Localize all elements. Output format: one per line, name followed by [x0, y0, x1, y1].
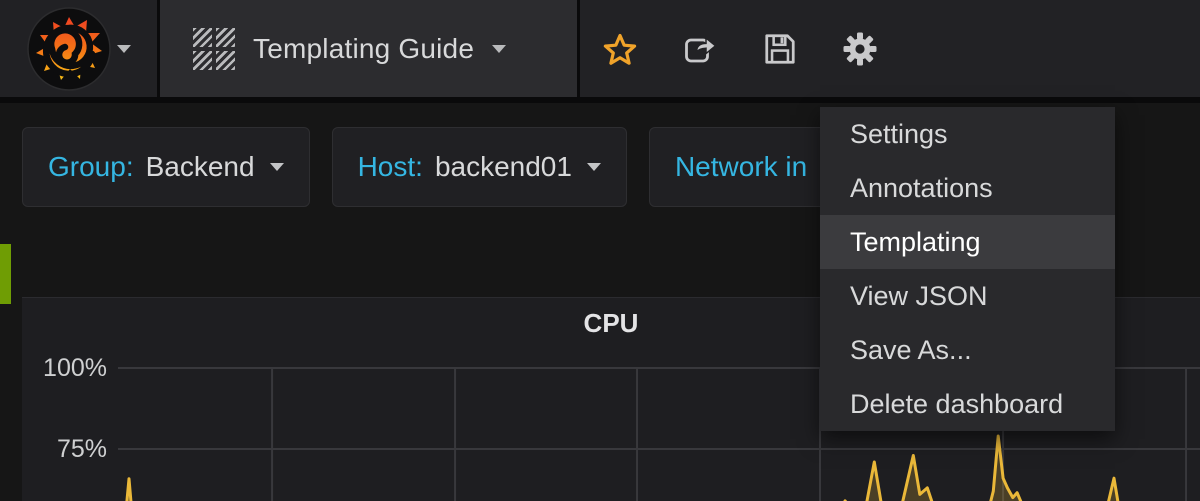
menu-item-templating[interactable]: Templating [820, 215, 1115, 269]
menu-item-delete-dashboard[interactable]: Delete dashboard [820, 377, 1115, 431]
menu-item-annotations[interactable]: Annotations [820, 161, 1115, 215]
grafana-logo-menu[interactable] [0, 0, 160, 97]
save-button[interactable] [762, 0, 798, 97]
variable-label: Network in [675, 151, 807, 183]
variable-dropdown-host[interactable]: Host: backend01 [332, 127, 627, 207]
variable-label: Host: [358, 151, 423, 183]
chevron-down-icon [270, 163, 284, 171]
y-tick-label: 75% [22, 435, 107, 464]
star-icon [602, 30, 638, 68]
dashboard-title: Templating Guide [253, 33, 474, 65]
menu-item-save-as[interactable]: Save As... [820, 323, 1115, 377]
chevron-down-icon [587, 163, 601, 171]
variable-value: backend01 [435, 151, 572, 183]
dashboard-settings-button[interactable] [842, 0, 878, 97]
title-dropdown-caret-icon [492, 45, 506, 53]
dashboard-title-dropdown[interactable]: Templating Guide [160, 0, 580, 97]
gear-icon [842, 30, 878, 68]
share-button[interactable] [682, 0, 718, 97]
navbar-actions [580, 0, 1200, 97]
menu-item-view-json[interactable]: View JSON [820, 269, 1115, 323]
y-tick-label: 100% [22, 354, 107, 383]
dashboard-grid-icon [193, 28, 235, 70]
variable-value: Backend [146, 151, 255, 183]
share-icon [682, 30, 718, 68]
variable-label: Group: [48, 151, 134, 183]
row-collapse-handle[interactable] [0, 244, 11, 304]
dashboard-settings-menu: SettingsAnnotationsTemplatingView JSONSa… [820, 107, 1115, 431]
save-icon [762, 31, 798, 67]
star-button[interactable] [602, 0, 638, 97]
navbar: Templating Guide [0, 0, 1200, 103]
menu-item-settings[interactable]: Settings [820, 107, 1115, 161]
logo-dropdown-caret-icon [117, 45, 131, 53]
grafana-logo-icon [27, 7, 111, 91]
variable-dropdown-group[interactable]: Group: Backend [22, 127, 310, 207]
